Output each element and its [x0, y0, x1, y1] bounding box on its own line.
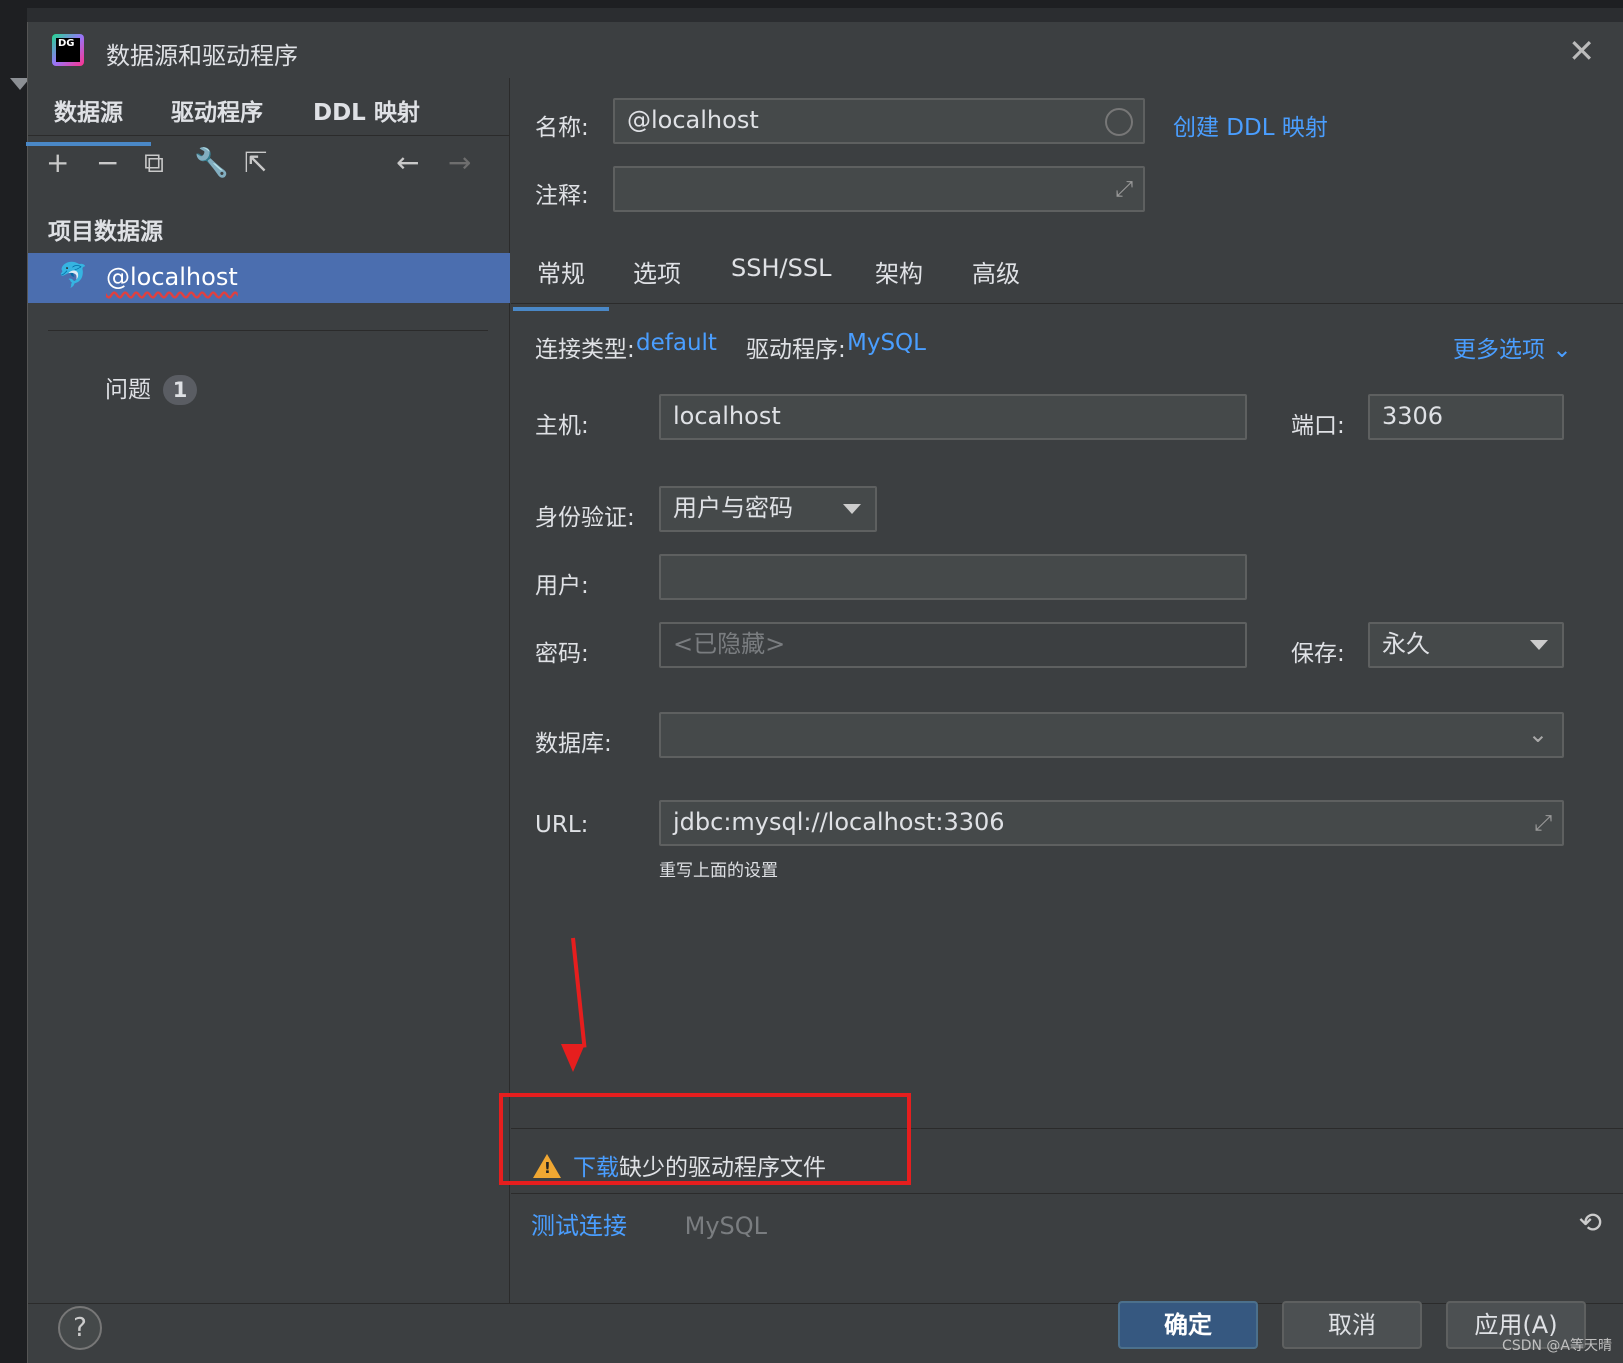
tab-options[interactable]: 选项	[633, 254, 681, 289]
tab-advanced[interactable]: 高级	[972, 254, 1020, 289]
user-label: 用户:	[535, 573, 589, 599]
forward-arrow-icon[interactable]: →	[448, 143, 471, 183]
password-label: 密码:	[535, 641, 589, 667]
dialog-title: 数据源和驱动程序	[106, 42, 298, 70]
left-tabs: 数据源 驱动程序 DDL 映射	[26, 78, 510, 146]
divider	[48, 330, 488, 331]
divider	[511, 1193, 1623, 1194]
right-panel: 名称: @localhost 创建 DDL 映射 注释: ⤢ 常规 选项 SSH…	[499, 78, 1623, 1303]
project-datasources-heading: 项目数据源	[48, 219, 163, 245]
chevron-down-icon: ⌄	[1527, 720, 1548, 748]
back-arrow-icon[interactable]: ←	[396, 143, 419, 183]
auth-label: 身份验证:	[535, 505, 635, 531]
remove-icon[interactable]: −	[96, 143, 119, 183]
test-connection-bar: 测试连接 MySQL	[531, 1206, 767, 1241]
close-icon[interactable]: ✕	[1568, 32, 1595, 70]
tab-ssh-ssl[interactable]: SSH/SSL	[731, 254, 831, 282]
tab-general[interactable]: 常规	[513, 254, 609, 311]
annotation-highlight-box	[499, 1093, 911, 1185]
connection-type-label: 连接类型:	[535, 337, 635, 363]
left-panel: 数据源 驱动程序 DDL 映射 + − ⧉ 🔧 ⇱ ← → 项目数据源 🐬 @l…	[26, 78, 510, 1303]
database-select[interactable]: ⌄	[659, 712, 1564, 758]
ok-button[interactable]: 确定	[1118, 1301, 1258, 1349]
save-select[interactable]: 永久	[1368, 622, 1564, 668]
ide-top-bar	[0, 0, 1623, 8]
add-icon[interactable]: +	[46, 143, 69, 183]
url-field[interactable]: jdbc:mysql://localhost:3306 ⤢	[659, 800, 1564, 846]
database-label: 数据库:	[535, 731, 612, 757]
driver-label: 驱动程序:	[746, 337, 846, 363]
dialog-footer: ? 确定 取消 应用(A) CSDN @A等天晴	[28, 1301, 1623, 1363]
port-field[interactable]: 3306	[1368, 394, 1564, 440]
datasource-item-localhost[interactable]: 🐬 @localhost	[28, 253, 510, 303]
wrench-icon[interactable]: 🔧	[194, 143, 229, 183]
chevron-down-icon: ⌄	[1552, 337, 1572, 363]
annotation-arrow	[571, 937, 587, 1048]
more-options-link[interactable]: 更多选项 ⌄	[1453, 330, 1572, 364]
export-icon[interactable]: ⇱	[244, 143, 267, 183]
save-label: 保存:	[1291, 641, 1345, 667]
port-label: 端口:	[1291, 413, 1345, 439]
create-ddl-mapping-link[interactable]: 创建 DDL 映射	[1173, 108, 1328, 142]
mysql-dolphin-icon: 🐬	[58, 261, 88, 289]
color-circle-icon[interactable]	[1105, 108, 1133, 136]
left-toolbar: + − ⧉ 🔧 ⇱ ← →	[28, 143, 510, 187]
help-button[interactable]: ?	[58, 1306, 102, 1350]
dropdown-arrow-icon	[1530, 640, 1548, 650]
comment-field[interactable]: ⤢	[613, 166, 1145, 212]
problems-label: 问题	[105, 377, 151, 403]
password-field[interactable]: <已隐藏>	[659, 622, 1247, 668]
datagrip-logo-icon: DG	[52, 34, 84, 66]
cancel-button[interactable]: 取消	[1282, 1301, 1422, 1349]
comment-label: 注释:	[535, 183, 589, 209]
expand-icon[interactable]: ⤢	[1115, 170, 1133, 210]
user-field[interactable]	[659, 554, 1247, 600]
driver-name-label: MySQL	[684, 1212, 768, 1240]
driver-link[interactable]: MySQL	[847, 330, 926, 356]
settings-tabs: 常规 选项 SSH/SSL 架构 高级	[511, 238, 1623, 311]
tab-data-sources[interactable]: 数据源	[26, 93, 151, 146]
name-label: 名称:	[535, 115, 589, 141]
annotation-arrowhead	[561, 1044, 585, 1072]
tab-schemas[interactable]: 架构	[875, 254, 923, 289]
tab-drivers[interactable]: 驱动程序	[171, 93, 263, 127]
url-label: URL:	[535, 812, 589, 838]
name-field[interactable]: @localhost	[613, 98, 1145, 144]
duplicate-icon[interactable]: ⧉	[144, 143, 164, 183]
expand-icon[interactable]: ⤢	[1534, 804, 1552, 844]
url-hint: 重写上面的设置	[659, 861, 778, 881]
host-field[interactable]: localhost	[659, 394, 1247, 440]
watermark: CSDN @A等天晴	[1502, 1338, 1612, 1354]
ide-side-strip	[0, 0, 30, 1363]
problems-item[interactable]: 问题 1	[105, 370, 197, 405]
host-label: 主机:	[535, 413, 589, 439]
test-connection-link[interactable]: 测试连接	[531, 1212, 627, 1240]
revert-icon[interactable]: ⟲	[1579, 1206, 1602, 1239]
problems-count-badge: 1	[163, 375, 197, 405]
datasource-item-label: @localhost	[106, 263, 238, 291]
connection-type-link[interactable]: default	[636, 330, 717, 356]
datasource-dialog: DG 数据源和驱动程序 ✕ 数据源 驱动程序 DDL 映射 + − ⧉ 🔧 ⇱ …	[26, 22, 1623, 1363]
dropdown-arrow-icon	[843, 504, 861, 514]
auth-select[interactable]: 用户与密码	[659, 486, 877, 532]
tab-ddl-mappings[interactable]: DDL 映射	[313, 93, 420, 127]
title-bar: DG 数据源和驱动程序 ✕	[28, 22, 1623, 78]
